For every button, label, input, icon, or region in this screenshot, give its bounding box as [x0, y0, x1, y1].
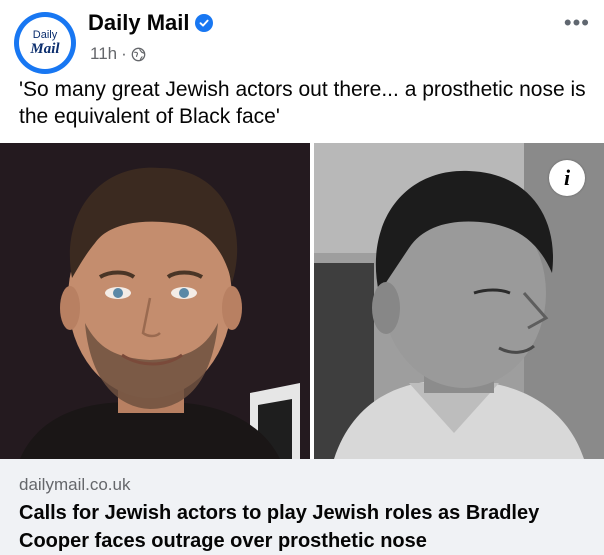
post-images[interactable] [0, 143, 604, 459]
meta-separator: · [121, 44, 127, 63]
post-header: Daily Mail Daily Mail 11h · ••• [0, 0, 604, 75]
page-avatar[interactable]: Daily Mail [14, 12, 76, 74]
logo-text-top: Daily [32, 28, 58, 41]
photo-bradley-cooper-portrait[interactable] [0, 143, 310, 459]
page-name-link[interactable]: Daily Mail [88, 10, 189, 36]
post-meta: 11h · [90, 44, 146, 64]
post-timestamp[interactable]: 11h [90, 44, 117, 64]
verified-badge-icon [195, 14, 214, 32]
globe-icon [131, 47, 146, 61]
portrait-illustration [0, 143, 310, 459]
link-domain: dailymail.co.uk [19, 475, 131, 494]
logo-text-bottom: Mail [30, 40, 60, 57]
page-name-row: Daily Mail [88, 10, 214, 36]
info-icon[interactable]: i [549, 160, 585, 196]
link-headline[interactable]: Calls for Jewish actors to play Jewish r… [19, 499, 594, 555]
daily-mail-logo: Daily Mail [19, 17, 71, 69]
link-preview-card[interactable]: dailymail.co.uk Calls for Jewish actors … [0, 459, 604, 555]
more-options-icon[interactable]: ••• [564, 12, 590, 34]
post-text: 'So many great Jewish actors out there..… [19, 78, 586, 128]
